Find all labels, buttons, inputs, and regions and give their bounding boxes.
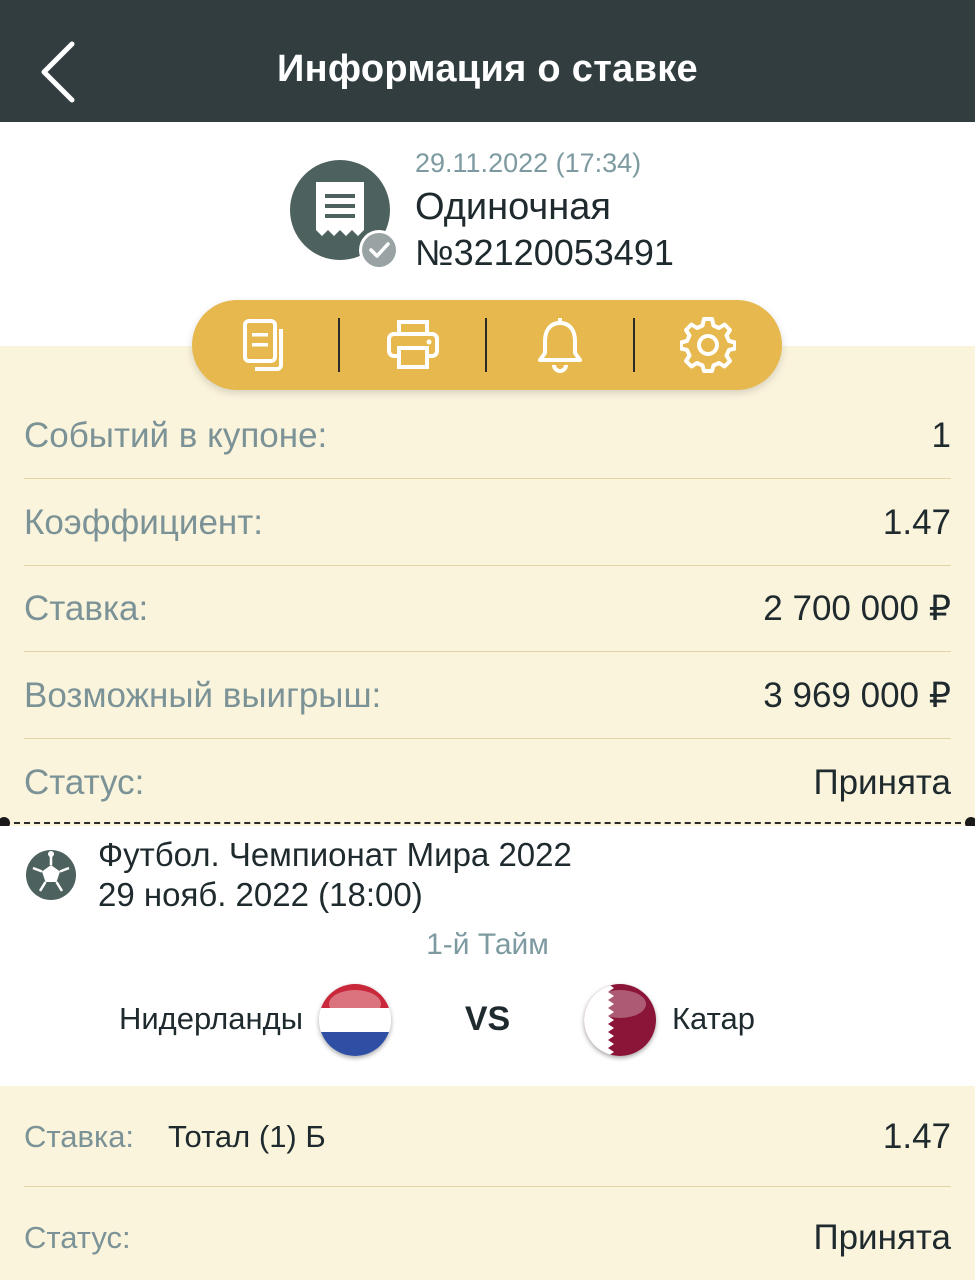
versus-label: VS — [464, 1000, 511, 1038]
accepted-check-icon — [359, 230, 399, 270]
row-label: Статус: — [24, 763, 145, 802]
action-bar — [192, 300, 782, 390]
top-bar: Информация о ставке — [0, 0, 975, 122]
event-league: Футбол. Чемпионат Мира 2022 — [98, 836, 572, 873]
page-title: Информация о ставке — [277, 48, 698, 90]
team-away-name: Катар — [672, 1001, 755, 1036]
summary-row-status: Статус: Принята — [24, 739, 951, 826]
row-value: Принята — [813, 763, 951, 802]
perforation-divider — [4, 822, 971, 824]
row-label: Ставка: — [24, 589, 149, 628]
row-value: 3 969 000 ₽ — [763, 676, 951, 715]
settings-button[interactable] — [634, 300, 782, 390]
row-label: Коэффициент: — [24, 503, 264, 542]
bet-date: 29.11.2022 (17:34) — [415, 148, 642, 178]
row-value: 2 700 000 ₽ — [763, 589, 951, 628]
selection-row-status: Статус: Принята — [24, 1188, 951, 1280]
selection-status: Принята — [813, 1218, 951, 1257]
selection-market: Тотал (1) Б — [168, 1119, 326, 1154]
qatar-flag-icon — [584, 984, 656, 1056]
print-button[interactable] — [339, 300, 487, 390]
row-label: Статус: — [24, 1220, 131, 1255]
bell-icon — [538, 318, 582, 373]
event-date: 29 нояб. 2022 (18:00) — [98, 876, 423, 913]
row-value: 1.47 — [882, 503, 951, 542]
event-card: Футбол. Чемпионат Мира 2022 29 нояб. 202… — [0, 826, 975, 1086]
bet-number: №32120053491 — [415, 232, 674, 273]
summary-row-payout: Возможный выигрыш: 3 969 000 ₽ — [24, 652, 951, 739]
row-label: Событий в купоне: — [24, 416, 328, 455]
row-label: Возможный выигрыш: — [24, 676, 382, 715]
copy-document-icon — [243, 319, 283, 371]
soccer-ball-icon — [24, 848, 78, 907]
selection-odds: 1.47 — [882, 1117, 951, 1156]
event-period: 1-й Тайм — [426, 928, 549, 961]
summary-row-events: Событий в купоне: 1 — [24, 392, 951, 479]
notify-button[interactable] — [486, 300, 634, 390]
row-label: Ставка: — [24, 1119, 135, 1154]
printer-icon — [387, 320, 439, 369]
gear-icon — [680, 317, 736, 373]
bet-type: Одиночная — [415, 186, 611, 228]
summary-row-stake: Ставка: 2 700 000 ₽ — [24, 565, 951, 652]
summary-row-odds: Коэффициент: 1.47 — [24, 479, 951, 566]
row-value: 1 — [931, 416, 951, 455]
copy-button[interactable] — [192, 300, 340, 390]
selection-row-bet: Ставка: Тотал (1) Б 1.47 — [24, 1087, 951, 1187]
